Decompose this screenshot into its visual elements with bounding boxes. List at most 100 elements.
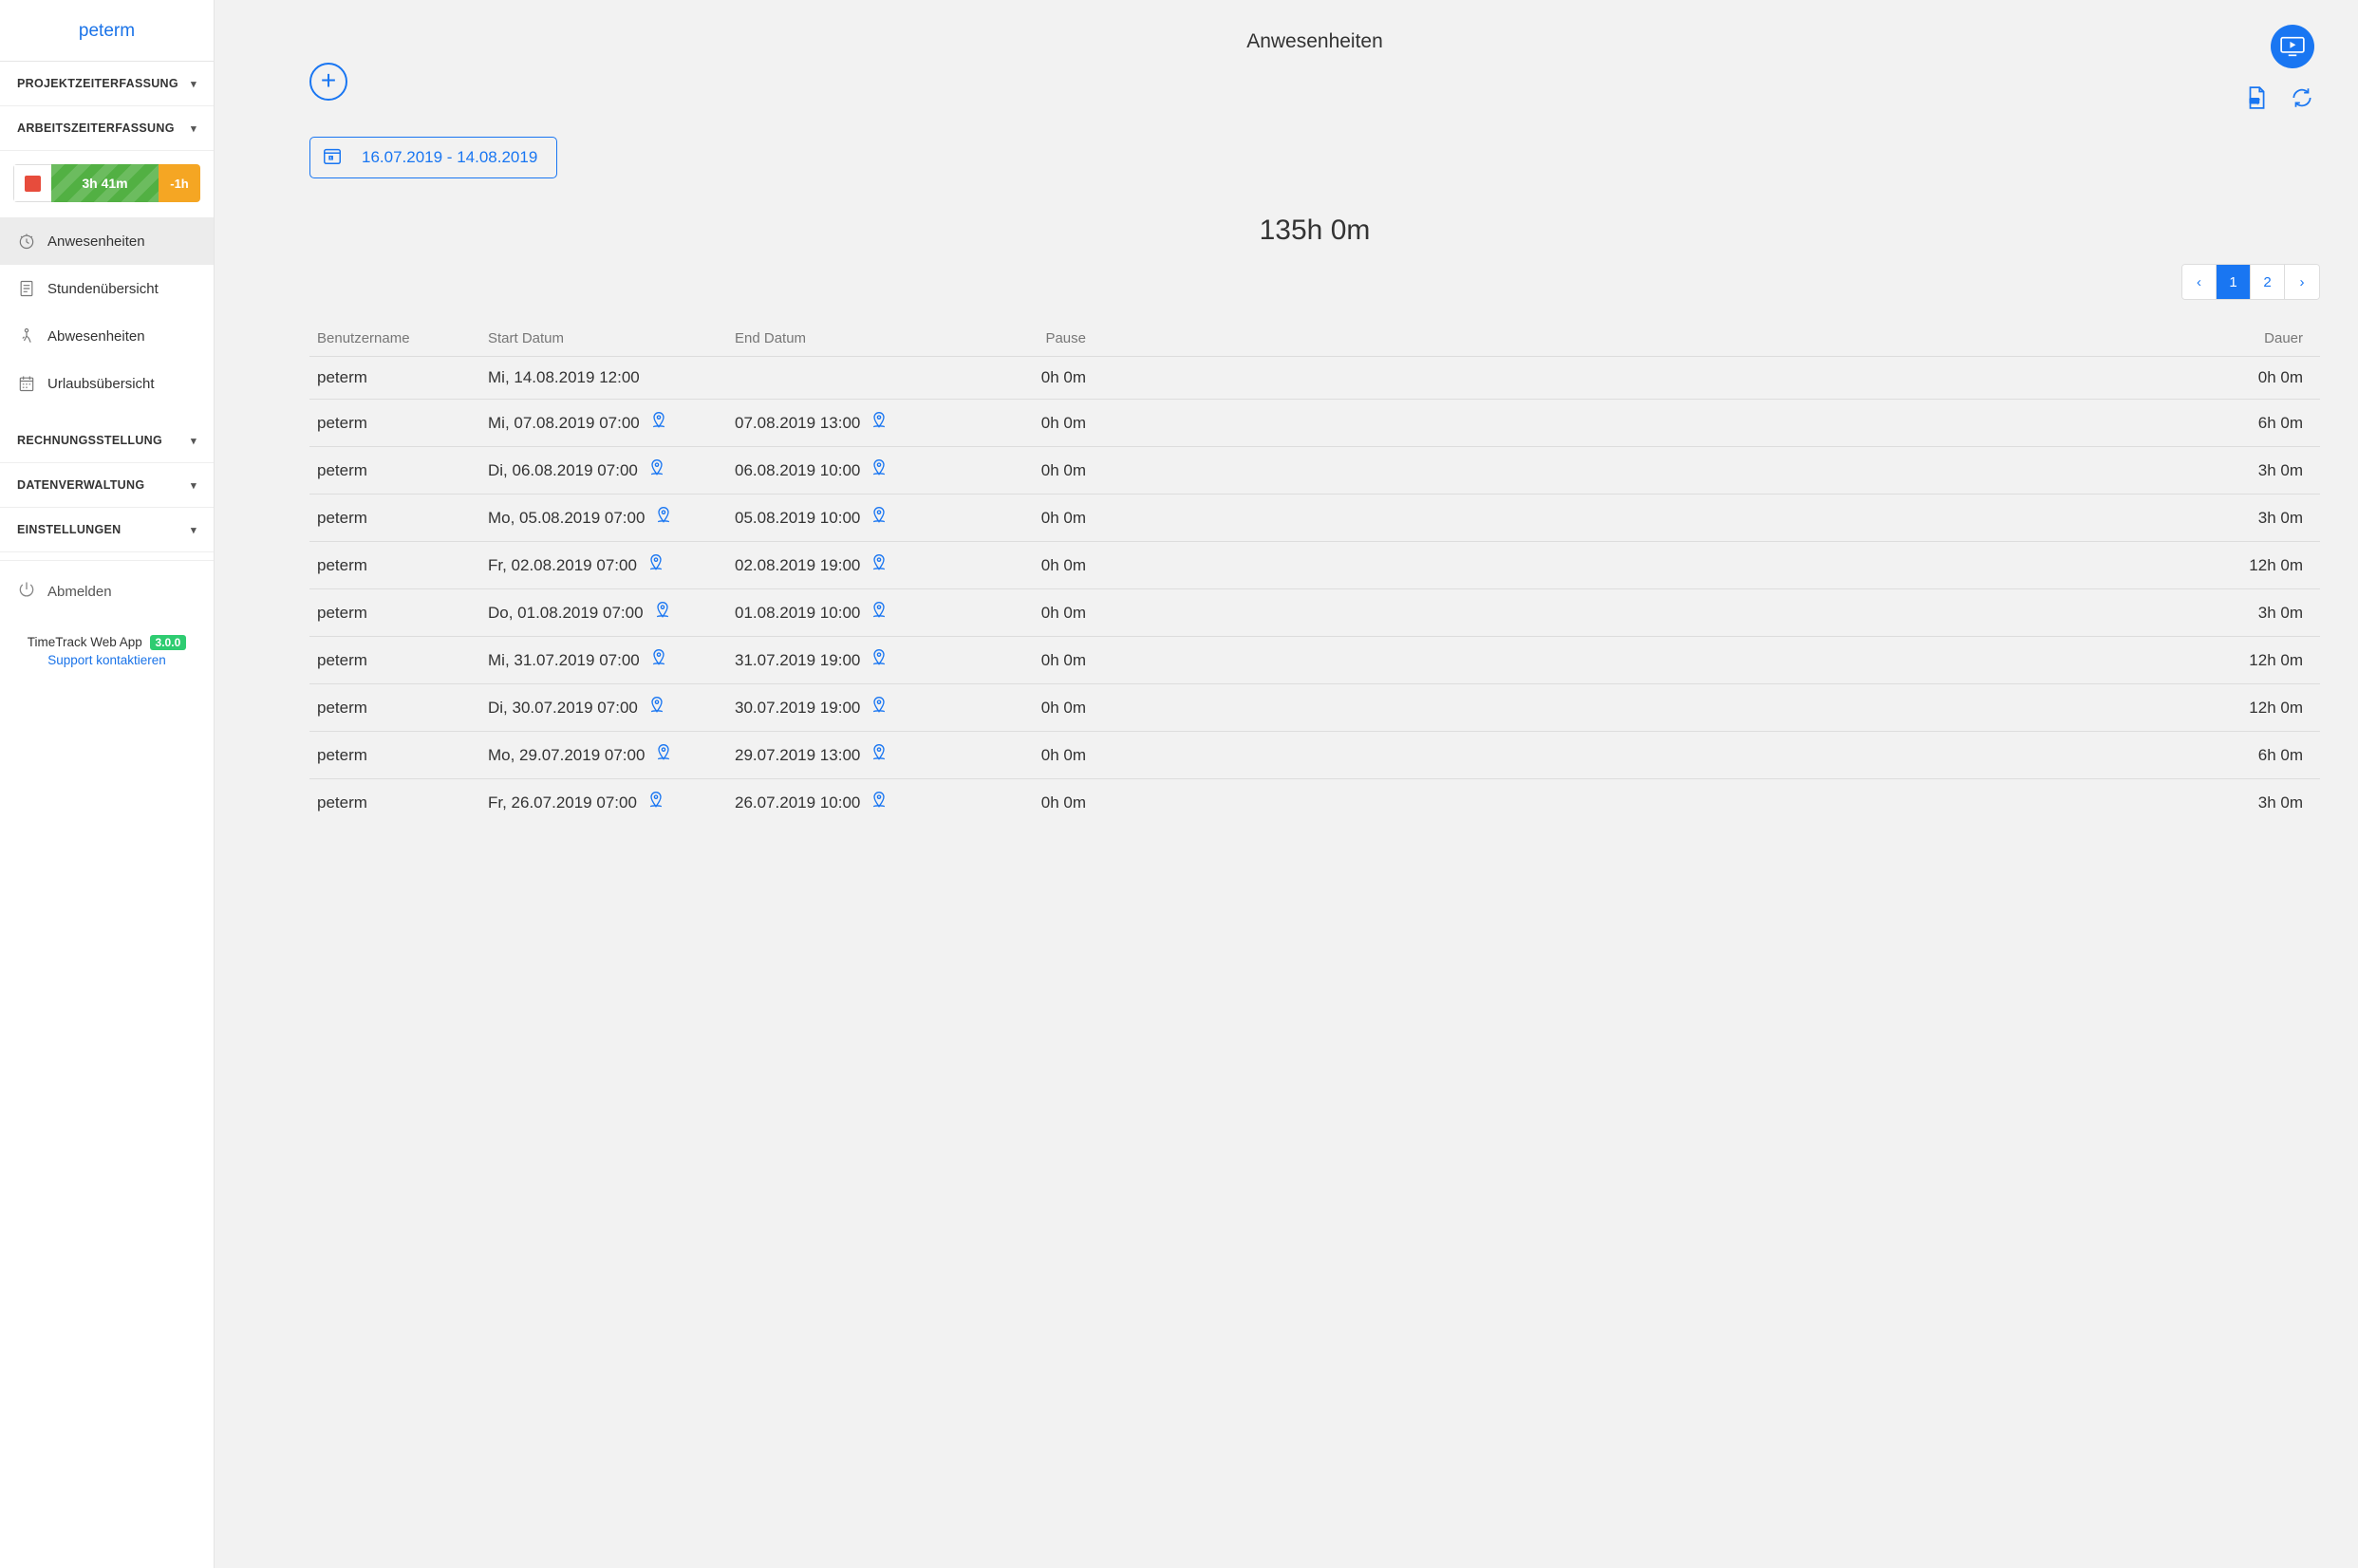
- cell-duration: 6h 0m: [1086, 414, 2312, 433]
- location-icon[interactable]: [647, 696, 666, 719]
- cell-end-date: 26.07.2019 10:00: [735, 793, 860, 812]
- chevron-down-icon: [191, 478, 196, 492]
- date-range-picker[interactable]: 1 16.07.2019 - 14.08.2019: [309, 137, 557, 178]
- pager-page-1[interactable]: 1: [2217, 265, 2251, 299]
- pager-next[interactable]: ›: [2285, 265, 2319, 299]
- location-icon[interactable]: [870, 601, 889, 625]
- svg-text:CSV: CSV: [2251, 99, 2259, 103]
- stop-icon: [25, 176, 41, 192]
- location-icon[interactable]: [654, 743, 673, 767]
- cell-pause: 0h 0m: [982, 746, 1086, 765]
- logout-button[interactable]: Abmelden: [0, 560, 214, 622]
- sidebar-item-label: Abwesenheiten: [47, 328, 145, 345]
- col-header-username[interactable]: Benutzername: [317, 330, 488, 346]
- refresh-button[interactable]: [2290, 85, 2314, 110]
- svg-text:1: 1: [330, 157, 332, 160]
- attendance-table: Benutzername Start Datum End Datum Pause…: [309, 321, 2320, 826]
- chevron-down-icon: [191, 77, 196, 90]
- monitor-play-icon: [2279, 36, 2306, 57]
- sidebar: peterm PROJEKTZEITERFASSUNG ARBEITSZEITE…: [0, 0, 215, 1568]
- cell-duration: 6h 0m: [1086, 746, 2312, 765]
- support-link[interactable]: Support kontaktieren: [9, 653, 204, 667]
- col-header-end[interactable]: End Datum: [735, 330, 982, 346]
- cell-username: peterm: [317, 793, 367, 812]
- nav-section-label: EINSTELLUNGEN: [17, 523, 121, 536]
- location-icon[interactable]: [870, 743, 889, 767]
- app-name: TimeTrack Web App: [28, 635, 142, 649]
- export-csv-button[interactable]: CSV: [2244, 85, 2269, 110]
- cell-end-date: 05.08.2019 10:00: [735, 509, 860, 528]
- sidebar-item-attendance[interactable]: Anwesenheiten: [0, 217, 214, 265]
- stop-recording-button[interactable]: [13, 164, 51, 202]
- location-icon[interactable]: [870, 648, 889, 672]
- cell-pause: 0h 0m: [982, 556, 1086, 575]
- sidebar-item-label: Stundenübersicht: [47, 281, 159, 297]
- col-header-duration[interactable]: Dauer: [1086, 330, 2312, 346]
- add-entry-button[interactable]: +: [309, 63, 347, 101]
- location-icon[interactable]: [653, 601, 672, 625]
- cell-username: peterm: [317, 699, 367, 718]
- nav-section-billing[interactable]: RECHNUNGSSTELLUNG: [0, 419, 214, 463]
- cell-start-date: Fr, 26.07.2019 07:00: [488, 793, 637, 812]
- table-row[interactable]: petermMi, 31.07.2019 07:0031.07.2019 19:…: [309, 636, 2320, 683]
- location-icon[interactable]: [646, 553, 665, 577]
- cell-duration: 3h 0m: [1086, 509, 2312, 528]
- app-version-badge: 3.0.0: [150, 635, 187, 650]
- location-icon[interactable]: [870, 506, 889, 530]
- location-icon[interactable]: [646, 791, 665, 814]
- page-title: Anwesenheiten: [309, 30, 2320, 53]
- table-row[interactable]: petermMo, 05.08.2019 07:0005.08.2019 10:…: [309, 494, 2320, 541]
- cell-username: peterm: [317, 368, 367, 387]
- cell-duration: 3h 0m: [1086, 461, 2312, 480]
- nav-section-work-time[interactable]: ARBEITSZEITERFASSUNG: [0, 106, 214, 151]
- location-icon[interactable]: [870, 791, 889, 814]
- sidebar-item-vacation-overview[interactable]: Urlaubsübersicht: [0, 360, 214, 407]
- time-overtime[interactable]: -1h: [159, 164, 200, 202]
- table-row[interactable]: petermMi, 14.08.2019 12:000h 0m0h 0m: [309, 356, 2320, 399]
- pagination: ‹12›: [309, 264, 2320, 300]
- nav-section-label: RECHNUNGSSTELLUNG: [17, 434, 162, 447]
- time-elapsed[interactable]: 3h 41m: [51, 164, 159, 202]
- table-row[interactable]: petermDi, 30.07.2019 07:0030.07.2019 19:…: [309, 683, 2320, 731]
- sidebar-item-absence[interactable]: Abwesenheiten: [0, 312, 214, 360]
- nav-section-settings[interactable]: EINSTELLUNGEN: [0, 508, 214, 552]
- col-header-pause[interactable]: Pause: [982, 330, 1086, 346]
- time-tracking-widget: 3h 41m -1h: [13, 164, 200, 202]
- table-row[interactable]: petermMi, 07.08.2019 07:0007.08.2019 13:…: [309, 399, 2320, 446]
- location-icon[interactable]: [870, 411, 889, 435]
- location-icon[interactable]: [870, 696, 889, 719]
- nav-section-project-time[interactable]: PROJEKTZEITERFASSUNG: [0, 62, 214, 106]
- cell-start-date: Mo, 29.07.2019 07:00: [488, 746, 645, 765]
- table-row[interactable]: petermDi, 06.08.2019 07:0006.08.2019 10:…: [309, 446, 2320, 494]
- cell-pause: 0h 0m: [982, 604, 1086, 623]
- table-row[interactable]: petermDo, 01.08.2019 07:0001.08.2019 10:…: [309, 588, 2320, 636]
- tutorial-play-button[interactable]: [2271, 25, 2314, 68]
- cell-duration: 12h 0m: [1086, 651, 2312, 670]
- table-row[interactable]: peterm Fr, 26.07.2019 07:00 26.07.2019 10:…: [309, 778, 2320, 826]
- table-row[interactable]: petermMo, 29.07.2019 07:0029.07.2019 13:…: [309, 731, 2320, 778]
- cell-end-date: 01.08.2019 10:00: [735, 604, 860, 623]
- cell-username: peterm: [317, 509, 367, 528]
- location-icon[interactable]: [647, 458, 666, 482]
- cell-duration: 0h 0m: [1086, 368, 2312, 387]
- table-row[interactable]: petermFr, 02.08.2019 07:0002.08.2019 19:…: [309, 541, 2320, 588]
- location-icon[interactable]: [654, 506, 673, 530]
- cell-username: peterm: [317, 414, 367, 433]
- location-icon[interactable]: [649, 411, 668, 435]
- location-icon[interactable]: [870, 458, 889, 482]
- cell-end-date: 06.08.2019 10:00: [735, 461, 860, 480]
- cell-start-date: Do, 01.08.2019 07:00: [488, 604, 644, 623]
- cell-end-date: 07.08.2019 13:00: [735, 414, 860, 433]
- chevron-down-icon: [191, 434, 196, 447]
- cell-end-date: 29.07.2019 13:00: [735, 746, 860, 765]
- pager-page-2[interactable]: 2: [2251, 265, 2285, 299]
- location-icon[interactable]: [870, 553, 889, 577]
- cell-duration: 12h 0m: [1086, 556, 2312, 575]
- logout-label: Abmelden: [47, 584, 112, 600]
- pager-prev[interactable]: ‹: [2182, 265, 2217, 299]
- col-header-start[interactable]: Start Datum: [488, 330, 735, 346]
- location-icon[interactable]: [649, 648, 668, 672]
- sidebar-item-hours-overview[interactable]: Stundenübersicht: [0, 265, 214, 312]
- sidebar-user[interactable]: peterm: [0, 0, 214, 62]
- nav-section-data[interactable]: DATENVERWALTUNG: [0, 463, 214, 508]
